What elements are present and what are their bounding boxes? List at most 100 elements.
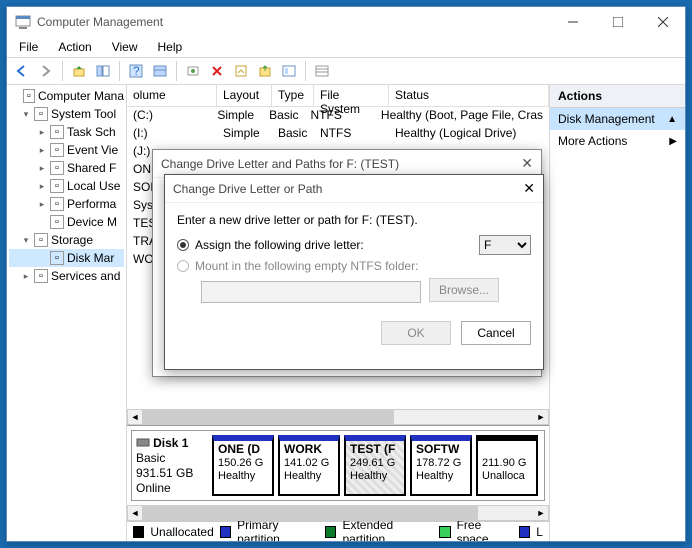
mount-folder-label: Mount in the following empty NTFS folder… [195,259,418,273]
actions-more[interactable]: More Actions▶ [550,130,685,152]
legend-logical: L [536,525,543,539]
tree-item[interactable]: ▸▫Performa [9,195,124,213]
volume-block[interactable]: WORK141.02 GHealthy [278,435,340,496]
minimize-button[interactable] [550,7,595,37]
tree-label: Shared F [67,161,116,175]
assign-letter-radio[interactable]: Assign the following drive letter: F [177,235,531,255]
disk-name: Disk 1 [153,436,188,450]
tree-label: Storage [51,233,93,247]
tree-icon: ▫ [50,125,64,139]
radio-off-icon [177,260,189,272]
app-icon [15,14,31,30]
dialog2-close-icon[interactable]: ✕ [523,180,535,197]
legend-free: Free space [457,518,513,542]
tree-label: System Tool [51,107,116,121]
tree-icon: ▫ [50,251,64,265]
tree-icon: ▫ [50,197,64,211]
browse-button: Browse... [429,278,499,302]
tree-item[interactable]: ▾▫System Tool [9,105,124,123]
tree-icon: ▫ [50,215,64,229]
mount-path-input [201,281,421,303]
close-button[interactable] [640,7,685,37]
tree-icon: ▫ [50,179,64,193]
tree-label: Device M [67,215,117,229]
settings-button[interactable] [278,60,300,82]
collapse-icon: ▲ [667,114,677,125]
tree-icon: ▫ [34,269,48,283]
col-layout[interactable]: Layout [217,85,272,106]
up-button[interactable] [68,60,90,82]
show-hide-tree-button[interactable] [92,60,114,82]
col-filesystem[interactable]: File System [314,85,389,106]
list-scrollbar[interactable]: ◄► [127,409,549,425]
dialog1-close-icon[interactable]: ✕ [521,155,533,172]
legend-extended: Extended partition [342,518,433,542]
dialog2-cancel-button[interactable]: Cancel [461,321,531,345]
volume-row[interactable]: (I:)SimpleBasicNTFSHealthy (Logical Driv… [127,125,549,143]
tree-label: Performa [67,197,116,211]
tree-label: Computer Mana [38,89,124,103]
properties-button[interactable] [230,60,252,82]
actions-disk-management[interactable]: Disk Management▲ [550,108,685,130]
menubar: File Action View Help [7,37,685,57]
window-title: Computer Management [37,15,550,29]
menu-view[interactable]: View [104,38,146,56]
chevron-right-icon: ▶ [669,136,677,147]
col-status[interactable]: Status [389,85,549,106]
change-drive-letter-dialog: Change Drive Letter or Path ✕ Enter a ne… [164,174,544,370]
list-button[interactable] [311,60,333,82]
tree-item[interactable]: ▫Device M [9,213,124,231]
volume-block[interactable]: 211.90 GUnalloca [476,435,538,496]
tree-label: Local Use [67,179,120,193]
window-buttons [550,7,685,37]
tree-icon: ▫ [50,161,64,175]
tree-icon: ▫ [34,107,48,121]
volume-block[interactable]: ONE (D150.26 GHealthy [212,435,274,496]
tree-item[interactable]: ▸▫Services and [9,267,124,285]
volume-list-header[interactable]: olume Layout Type File System Status [127,85,549,107]
tree-item[interactable]: ▾▫Storage [9,231,124,249]
tree-item[interactable]: ▸▫Shared F [9,159,124,177]
radio-on-icon [177,239,189,251]
titlebar[interactable]: Computer Management [7,7,685,37]
refresh-button[interactable] [182,60,204,82]
disk-row[interactable]: Disk 1 Basic 931.51 GB Online ONE (D150.… [131,430,545,501]
dialog2-titlebar[interactable]: Change Drive Letter or Path ✕ [165,175,543,203]
disk-size: 931.51 GB [136,466,193,480]
maximize-button[interactable] [595,7,640,37]
tree-item[interactable]: ▸▫Local Use [9,177,124,195]
nav-tree[interactable]: ▫Computer Mana▾▫System Tool▸▫Task Sch▸▫E… [7,85,127,541]
mount-folder-radio[interactable]: Mount in the following empty NTFS folder… [177,259,531,273]
col-type[interactable]: Type [272,85,314,106]
tree-item[interactable]: ▸▫Event Vie [9,141,124,159]
menu-file[interactable]: File [11,38,46,56]
tree-item[interactable]: ▫Computer Mana [9,87,124,105]
actions-pane: Actions Disk Management▲ More Actions▶ [550,85,685,541]
tree-item[interactable]: ▫Disk Mar [9,249,124,267]
disk-status: Online [136,481,171,495]
forward-button[interactable] [35,60,57,82]
disk-type: Basic [136,451,165,465]
export-button[interactable] [254,60,276,82]
back-button[interactable] [11,60,33,82]
help-button[interactable]: ? [125,60,147,82]
disk-scrollbar[interactable]: ◄► [127,505,549,521]
actions-header: Actions [550,85,685,108]
toolbar: ? [7,57,685,85]
delete-button[interactable] [206,60,228,82]
menu-help[interactable]: Help [150,38,191,56]
tree-item[interactable]: ▸▫Task Sch [9,123,124,141]
dialog2-title: Change Drive Letter or Path [173,182,322,196]
tree-label: Services and [51,269,120,283]
volume-block[interactable]: SOFTW178.72 GHealthy [410,435,472,496]
assign-letter-label: Assign the following drive letter: [195,238,364,252]
col-volume[interactable]: olume [127,85,217,106]
menu-action[interactable]: Action [50,38,99,56]
tree-icon: ▫ [23,89,35,103]
volume-block[interactable]: TEST (F249.61 GHealthy [344,435,406,496]
drive-letter-select[interactable]: F [479,235,531,255]
volume-row[interactable]: (C:)SimpleBasicNTFSHealthy (Boot, Page F… [127,107,549,125]
disk-info: Disk 1 Basic 931.51 GB Online [136,435,208,496]
dialog2-ok-button[interactable]: OK [381,321,451,345]
view-button[interactable] [149,60,171,82]
